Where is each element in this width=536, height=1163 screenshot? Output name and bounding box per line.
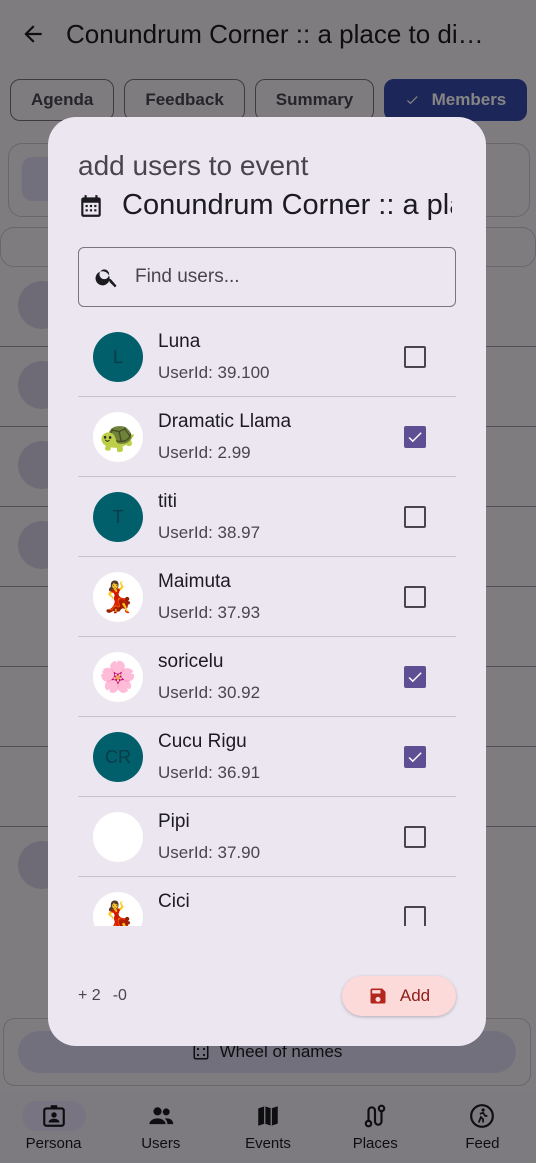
user-row[interactable]: Pipi UserId: 37.90 — [78, 797, 456, 877]
user-row[interactable]: 💃 Maimuta UserId: 37.93 — [78, 557, 456, 637]
user-avatar: 🌸 — [93, 652, 143, 702]
user-avatar: 🐢 — [93, 412, 143, 462]
checkbox-checked[interactable] — [404, 426, 426, 448]
user-avatar: 💃 — [93, 572, 143, 622]
check-icon — [408, 672, 422, 683]
check-icon — [408, 752, 422, 763]
added-count: + 2 — [78, 987, 101, 1004]
save-icon — [370, 988, 386, 1004]
user-row[interactable]: 🌸 soricelu UserId: 30.92 — [78, 637, 456, 717]
user-id: UserId: 38.97 — [158, 523, 261, 542]
checkbox-unchecked[interactable] — [404, 586, 426, 608]
search-field[interactable] — [78, 247, 456, 307]
checkbox-unchecked[interactable] — [404, 906, 426, 926]
user-list: L Luna UserId: 39.100 🐢 Dramatic Llama UserId… — [78, 317, 456, 926]
user-avatar — [93, 812, 143, 862]
user-name: Luna — [158, 331, 201, 352]
user-id: UserId: 37.90 — [158, 843, 261, 862]
check-icon — [408, 432, 422, 443]
user-id: UserId: 39.100 — [158, 363, 270, 382]
checkbox-checked[interactable] — [404, 666, 426, 688]
checkbox-unchecked[interactable] — [404, 346, 426, 368]
user-name: soricelu — [158, 651, 224, 672]
user-avatar: 💃 — [93, 892, 143, 926]
user-row[interactable]: CR Cucu Rigu UserId: 36.91 — [78, 717, 456, 797]
search-icon — [83, 248, 131, 306]
user-id: UserId: 30.92 — [158, 683, 261, 702]
user-avatar: CR — [93, 732, 143, 782]
user-name: titi — [158, 491, 177, 512]
user-name: Cucu Rigu — [158, 731, 247, 752]
selection-counts: + 2 -0 — [78, 987, 127, 1005]
add-users-dialog: add users to event Conundrum Corner :: a… — [48, 117, 486, 1046]
user-name: Pipi — [158, 811, 190, 832]
user-avatar: T — [93, 492, 143, 542]
user-row[interactable]: Ttiti UserId: 38.97 — [78, 477, 456, 557]
user-avatar: L — [93, 332, 143, 382]
add-button-label: Add — [399, 986, 431, 1005]
user-id: UserId: 37.93 — [158, 603, 261, 622]
calendar-icon — [81, 194, 101, 217]
user-name: Dramatic Llama — [158, 411, 292, 432]
dialog-subtitle-row: Conundrum Corner :: a place to discuss — [78, 189, 458, 222]
user-id: UserId: 36.91 — [158, 763, 261, 782]
checkbox-unchecked[interactable] — [404, 506, 426, 528]
dialog-title: add users to event — [78, 150, 309, 181]
user-row[interactable]: L Luna UserId: 39.100 — [78, 317, 456, 397]
checkbox-unchecked[interactable] — [404, 826, 426, 848]
user-id: UserId: 2.99 — [158, 443, 251, 462]
user-row[interactable]: 🐢 Dramatic Llama UserId: 2.99 — [78, 397, 456, 477]
dialog-event-name: Conundrum Corner :: a place to discuss — [122, 189, 452, 221]
user-name: Maimuta — [158, 571, 231, 592]
search-input[interactable] — [135, 266, 435, 288]
add-button[interactable]: Add — [342, 976, 456, 1016]
checkbox-checked[interactable] — [404, 746, 426, 768]
removed-count: -0 — [112, 987, 127, 1004]
user-row[interactable]: 💃 Cici — [78, 877, 456, 926]
user-name: Cici — [158, 891, 190, 912]
